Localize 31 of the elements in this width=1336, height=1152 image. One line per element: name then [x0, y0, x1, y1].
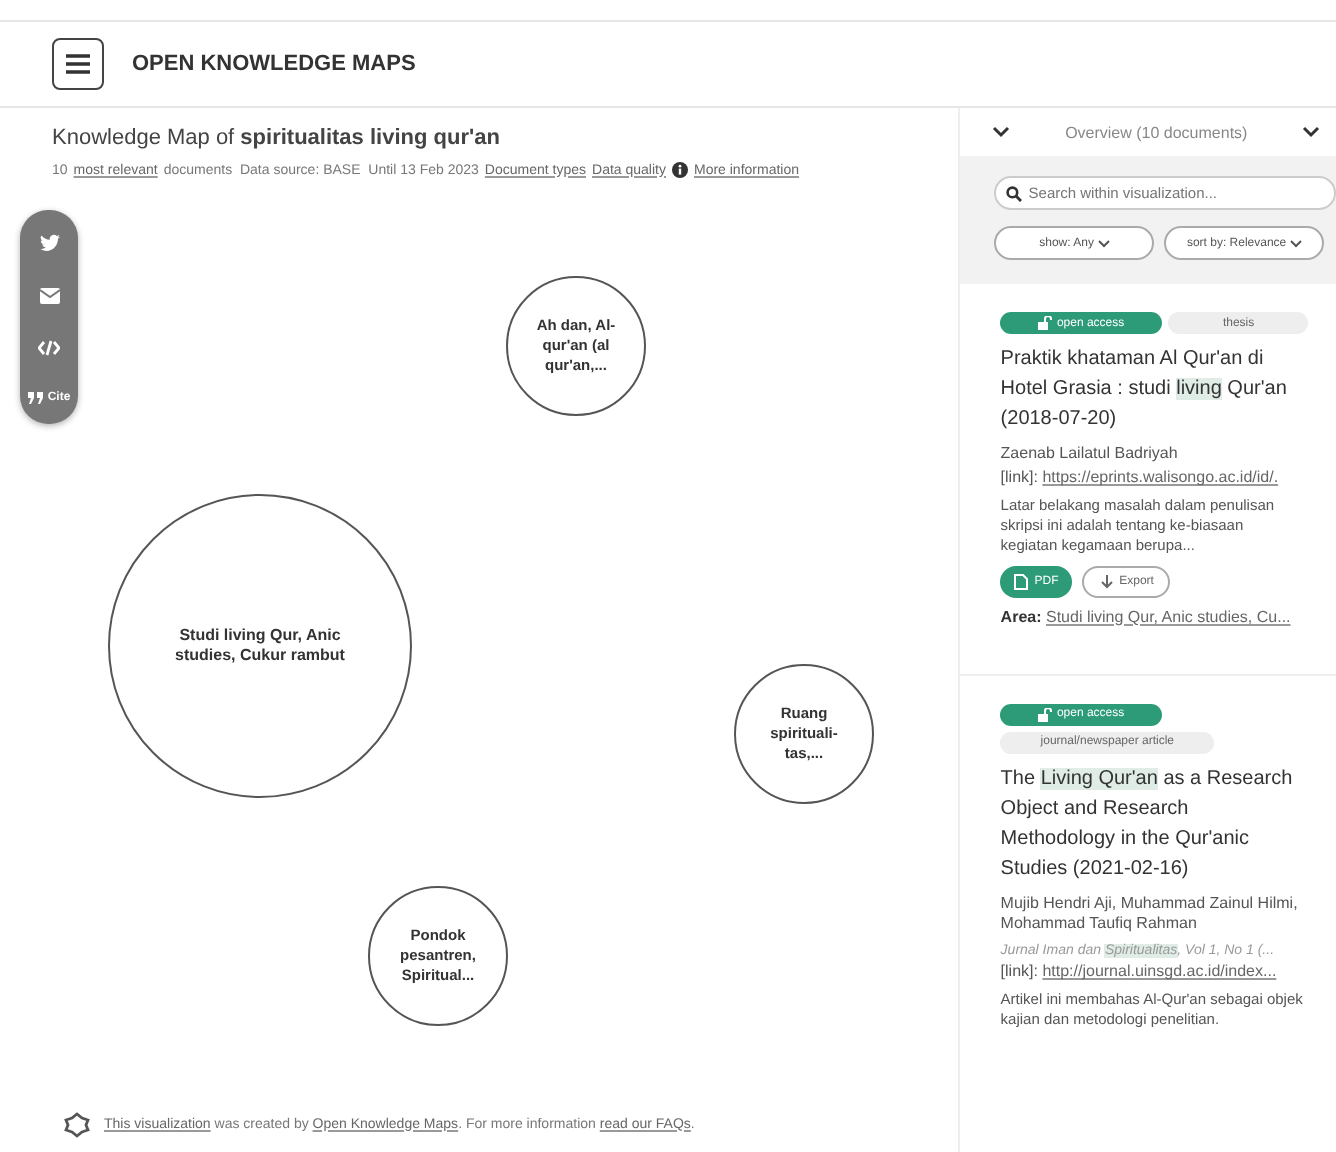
menu-icon — [66, 54, 90, 74]
overview-label: Overview (10 documents) — [1065, 123, 1248, 141]
area-label: Area: — [1000, 607, 1042, 626]
download-icon — [1099, 573, 1114, 590]
document-authors: Zaenab Lailatul Badriyah — [1000, 444, 1180, 465]
unlock-icon — [1038, 316, 1053, 330]
topic-bubble[interactable]: Studi living Qur, Anic studies, Cukur rambut — [108, 494, 412, 798]
file-icon — [1014, 573, 1029, 590]
quote-icon — [27, 392, 44, 404]
document-link[interactable]: http://journal.uinsgd.ac.id/index... — [1042, 962, 1277, 981]
caret-icon — [1290, 239, 1303, 247]
document-link[interactable]: https://eprints.walisongo.ac.id/id/. — [1042, 468, 1279, 487]
envelope-icon[interactable] — [39, 288, 59, 304]
caret-icon — [1097, 239, 1110, 247]
brand-name: OPEN KNOWLEDGE MAPS — [132, 52, 416, 76]
document-title[interactable]: Praktik khataman Al Qur'an di Hotel Grasia : studi living Qur'an (2018-07-20) — [1000, 344, 1320, 434]
link-label: [link]: — [1000, 468, 1038, 487]
unlock-icon — [1038, 707, 1053, 722]
bird-icon[interactable] — [39, 234, 59, 252]
chevron-down-icon[interactable] — [1301, 126, 1320, 138]
chevron-down-icon[interactable] — [992, 126, 1011, 138]
map-title: Knowledge Map of spiritualitas living qur'an — [52, 126, 502, 150]
logo-icon — [64, 1111, 90, 1137]
document-title[interactable]: The Living Qur'an as a Research Object and Research Methodology in the Qur'anic Studies (2021-02-16) — [1000, 763, 1320, 884]
info-icon — [671, 162, 688, 178]
menu-button[interactable] — [52, 38, 104, 90]
document-authors: Mujib Hendri Aji, Muhammad Zainul Hilmi, Mohammad Taufiq Rahman — [1000, 893, 1300, 935]
area-link[interactable]: Studi living Qur, Anic studies, Cu... — [1045, 607, 1291, 626]
code-icon[interactable] — [38, 340, 60, 356]
link-label: [link]: — [1000, 962, 1038, 981]
search-icon — [1006, 185, 1023, 201]
